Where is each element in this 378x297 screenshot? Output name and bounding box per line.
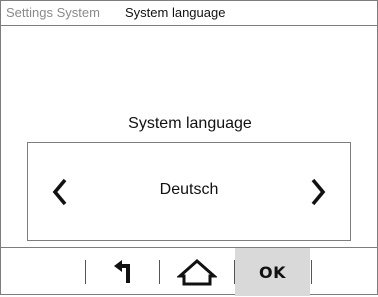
divider [311, 260, 312, 284]
back-arrow-icon [114, 260, 130, 283]
ok-label: OK [259, 262, 286, 282]
breadcrumb-current: System language [125, 5, 226, 20]
value-selector: Deutsch [27, 142, 351, 241]
ok-button[interactable]: OK [235, 248, 310, 296]
divider [159, 260, 160, 284]
back-button[interactable] [88, 248, 158, 296]
setting-title: System language [128, 115, 252, 132]
breadcrumb: Settings System System language [1, 1, 377, 26]
previous-value-button[interactable] [40, 168, 80, 216]
bottom-navigation-bar: OK [1, 247, 378, 297]
next-value-button[interactable] [298, 168, 338, 216]
chevron-left-icon [52, 178, 67, 206]
breadcrumb-parent[interactable]: Settings System [6, 1, 100, 25]
home-icon [177, 258, 217, 286]
selected-value: Deutsch [159, 181, 219, 198]
divider [85, 260, 86, 284]
home-button[interactable] [161, 248, 233, 296]
chevron-right-icon [311, 178, 326, 206]
screen-frame: Settings System System language System l… [0, 0, 378, 297]
